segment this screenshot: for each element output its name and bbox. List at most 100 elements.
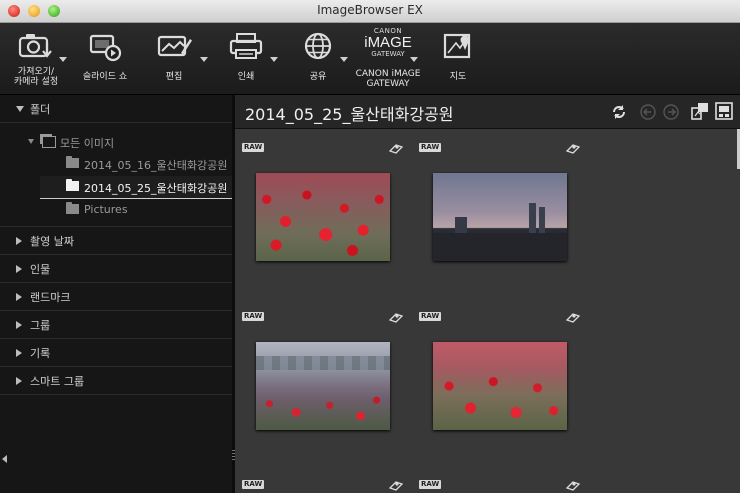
collapsed-arrow-icon xyxy=(16,265,22,273)
gateway-logo-mid: iMAGE xyxy=(364,34,412,51)
refresh-icon[interactable] xyxy=(611,104,627,120)
thumbnail-item[interactable]: RAW xyxy=(419,143,589,313)
folders-header: 폴더 xyxy=(30,103,51,116)
section-label: 촬영 날짜 xyxy=(30,235,74,248)
tree-expand-arrow-icon xyxy=(28,139,34,144)
tree-folder-label: Pictures xyxy=(84,203,128,216)
raw-badge: RAW xyxy=(419,480,442,489)
import-dropdown-caret[interactable] xyxy=(59,57,67,62)
printer-icon xyxy=(222,29,270,63)
camera-import-icon xyxy=(10,29,62,63)
photo-poppy-field[interactable] xyxy=(256,173,390,261)
geotag-icon xyxy=(565,481,581,491)
rotate-right-icon[interactable] xyxy=(663,104,679,120)
all-images-icon xyxy=(42,136,56,148)
photo-poppy-closeup[interactable] xyxy=(433,342,567,430)
building-silhouette xyxy=(529,203,536,233)
edit-label: 편집 xyxy=(165,72,183,82)
folder-title: 2014_05_25_울산태화강공원 xyxy=(245,105,454,124)
building-silhouette xyxy=(455,217,467,233)
geotag-icon xyxy=(565,313,581,323)
sidebar-section-landmark[interactable]: 랜드마크 xyxy=(0,283,232,311)
slideshow-icon xyxy=(80,29,130,63)
view-mode-icon[interactable] xyxy=(691,102,709,120)
globe-share-icon xyxy=(294,29,342,63)
building-silhouette xyxy=(539,207,545,233)
riverbank xyxy=(433,233,567,261)
tree-folder-item[interactable]: 2014_05_16_울산태화강공원 xyxy=(0,153,232,175)
edit-dropdown-caret[interactable] xyxy=(200,57,208,62)
section-label: 그룹 xyxy=(30,319,51,332)
toolbar: 가져오기/ 카메라 설정 슬라이드 쇼 편집 인쇄 공유 CANON iMAGE… xyxy=(0,23,740,95)
title-bar: ImageBrowser EX xyxy=(0,0,740,23)
import-label-line2: 카메라 설정 xyxy=(13,77,59,87)
thumbnail-item[interactable]: RAW xyxy=(419,480,589,493)
geotag-icon xyxy=(388,313,404,323)
raw-badge: RAW xyxy=(242,143,265,152)
collapsed-arrow-icon xyxy=(16,293,22,301)
tree-folder-label: 2014_05_16_울산태화강공원 xyxy=(84,159,228,172)
main-header: 2014_05_25_울산태화강공원 xyxy=(235,95,740,129)
map-icon xyxy=(436,29,480,63)
raw-badge: RAW xyxy=(419,312,442,321)
geotag-icon xyxy=(388,144,404,154)
section-label: 랜드마크 xyxy=(30,291,71,304)
geotag-icon xyxy=(565,144,581,154)
share-dropdown-caret[interactable] xyxy=(340,57,348,62)
fullscreen-view-icon[interactable] xyxy=(715,102,733,120)
sidebar-section-group[interactable]: 그룹 xyxy=(0,311,232,339)
raw-badge: RAW xyxy=(242,312,265,321)
window-title: ImageBrowser EX xyxy=(317,3,423,17)
sidebar-section-shooting-date[interactable]: 촬영 날짜 xyxy=(0,227,232,255)
tree-folder-label: 2014_05_25_울산태화강공원 xyxy=(84,182,228,195)
sidebar-section-people[interactable]: 인물 xyxy=(0,255,232,283)
import-camera-settings-button[interactable]: 가져오기/ 카메라 설정 xyxy=(10,23,62,94)
gateway-label-line1: CANON iMAGE xyxy=(355,69,421,79)
map-button[interactable]: 지도 xyxy=(436,23,480,94)
thumbnail-grid: RAW RAW RAW RAW RAW RAW xyxy=(235,129,740,493)
tree-root-all-images[interactable]: 모든 이미지 xyxy=(0,131,232,153)
photo-city-sunset[interactable] xyxy=(433,173,567,261)
collapsed-arrow-icon xyxy=(16,377,22,385)
photo-misty-poppy-field[interactable] xyxy=(256,342,390,430)
print-button[interactable]: 인쇄 xyxy=(222,23,270,94)
collapsed-arrow-icon xyxy=(16,349,22,357)
edit-button[interactable]: 편집 xyxy=(150,23,198,94)
thumbnail-item[interactable]: RAW xyxy=(242,143,412,313)
section-label: 기록 xyxy=(30,347,51,360)
section-label: 인물 xyxy=(30,263,51,276)
raw-badge: RAW xyxy=(419,143,442,152)
rotate-left-icon[interactable] xyxy=(640,104,656,120)
tree-line xyxy=(256,356,390,370)
slideshow-button[interactable]: 슬라이드 쇼 xyxy=(80,23,130,94)
section-label: 스마트 그룹 xyxy=(30,375,85,388)
sidebar-section-smart-group[interactable]: 스마트 그룹 xyxy=(0,367,232,395)
tree-root-label: 모든 이미지 xyxy=(60,137,115,150)
edit-image-icon xyxy=(150,29,198,63)
collapsed-arrow-icon xyxy=(16,321,22,329)
tree-folder-item-selected[interactable]: 2014_05_25_울산태화강공원 xyxy=(40,176,232,199)
collapse-sidebar-arrow-icon[interactable] xyxy=(2,455,7,463)
folder-icon xyxy=(66,156,79,168)
folder-icon xyxy=(66,202,79,214)
raw-badge: RAW xyxy=(242,480,265,489)
map-label: 지도 xyxy=(449,72,467,82)
slideshow-label: 슬라이드 쇼 xyxy=(82,72,128,82)
print-dropdown-caret[interactable] xyxy=(270,57,278,62)
print-label: 인쇄 xyxy=(237,72,255,82)
sidebar-section-folders[interactable]: 폴더 xyxy=(0,95,232,123)
geotag-icon xyxy=(388,481,404,491)
share-button[interactable]: 공유 xyxy=(294,23,342,94)
thumbnail-item[interactable]: RAW xyxy=(242,480,412,493)
tree-folder-item[interactable]: Pictures xyxy=(0,199,232,221)
sidebar: 폴더 모든 이미지 2014_05_16_울산태화강공원 2014_05_25_… xyxy=(0,95,232,493)
expanded-arrow-icon xyxy=(16,106,24,112)
gateway-label-line2: GATEWAY xyxy=(366,79,410,89)
gateway-dropdown-caret[interactable] xyxy=(410,57,418,62)
collapsed-arrow-icon xyxy=(16,237,22,245)
import-label-line1: 가져오기/ xyxy=(17,67,55,77)
folder-icon xyxy=(66,179,79,191)
sidebar-section-record[interactable]: 기록 xyxy=(0,339,232,367)
thumbnail-item[interactable]: RAW xyxy=(419,312,589,482)
thumbnail-item[interactable]: RAW xyxy=(242,312,412,482)
